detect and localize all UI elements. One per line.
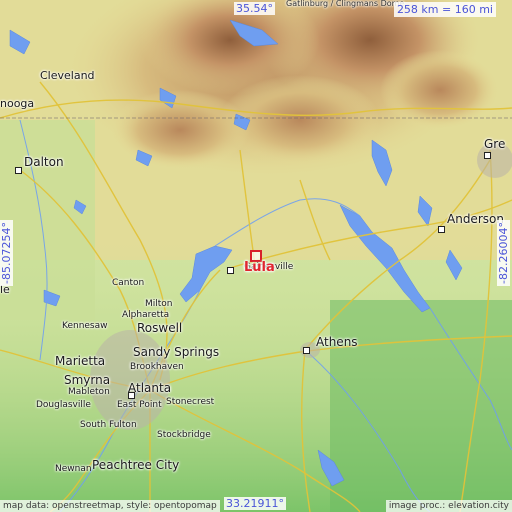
place-label-milton: Milton — [145, 299, 173, 309]
city-dot-gainesville — [227, 267, 234, 274]
place-label-douglasville: Douglasville — [36, 400, 91, 410]
place-label-cleveland: Cleveland — [40, 69, 95, 82]
place-label-athens: Athens — [316, 335, 358, 349]
place-label-canton: Canton — [112, 278, 145, 288]
place-label-dalton: Dalton — [24, 155, 64, 169]
place-label-alpharetta: Alpharetta — [122, 310, 170, 320]
city-dot-dalton — [15, 167, 22, 174]
place-label-kennesaw: Kennesaw — [62, 321, 108, 331]
place-label-peachtree-city: Peachtree City — [92, 458, 180, 472]
city-dot-athens — [303, 347, 310, 354]
place-label-roswell: Roswell — [137, 321, 183, 335]
attribution-image-processing: image proc.: elevation.city — [385, 500, 512, 512]
place-label-newnan: Newnan — [55, 464, 92, 474]
city-dot-greenville — [484, 152, 491, 159]
place-label-chattanooga: nooga — [0, 97, 35, 110]
topographic-map[interactable]: Cleveland nooga Dalton Gre Anderson Cant… — [0, 0, 512, 512]
place-label-marietta: Marietta — [55, 354, 106, 368]
place-label-stonecrest: Stonecrest — [166, 397, 215, 407]
place-label-sandy-springs: Sandy Springs — [133, 345, 220, 359]
location-label-lula: Lula — [244, 260, 275, 275]
scale-label: 258 km = 160 mi — [393, 2, 496, 17]
place-label-greenville: Gre — [484, 137, 506, 151]
place-label-anderson: Anderson — [447, 212, 504, 226]
coord-left-longitude: -85.07254° — [0, 220, 13, 286]
place-label-east-point: East Point — [117, 400, 162, 410]
coord-top-latitude: 35.54° — [234, 2, 275, 15]
place-label-smyrna: Smyrna — [64, 373, 111, 387]
coord-right-longitude: -82.26004° — [497, 220, 510, 286]
place-label-clingmans-dome: Gatlinburg / Clingmans Dome — [286, 0, 405, 8]
coord-bottom-latitude: 33.21911° — [224, 497, 286, 510]
place-label-mableton: Mableton — [68, 387, 110, 397]
city-dot-anderson — [438, 226, 445, 233]
place-label-stockbridge: Stockbridge — [157, 430, 211, 440]
attribution-map-data: map data: openstreetmap, style: opentopo… — [0, 500, 220, 512]
city-dot-atlanta — [128, 392, 135, 399]
place-label-south-fulton: South Fulton — [80, 420, 137, 430]
place-label-brookhaven: Brookhaven — [130, 362, 184, 372]
